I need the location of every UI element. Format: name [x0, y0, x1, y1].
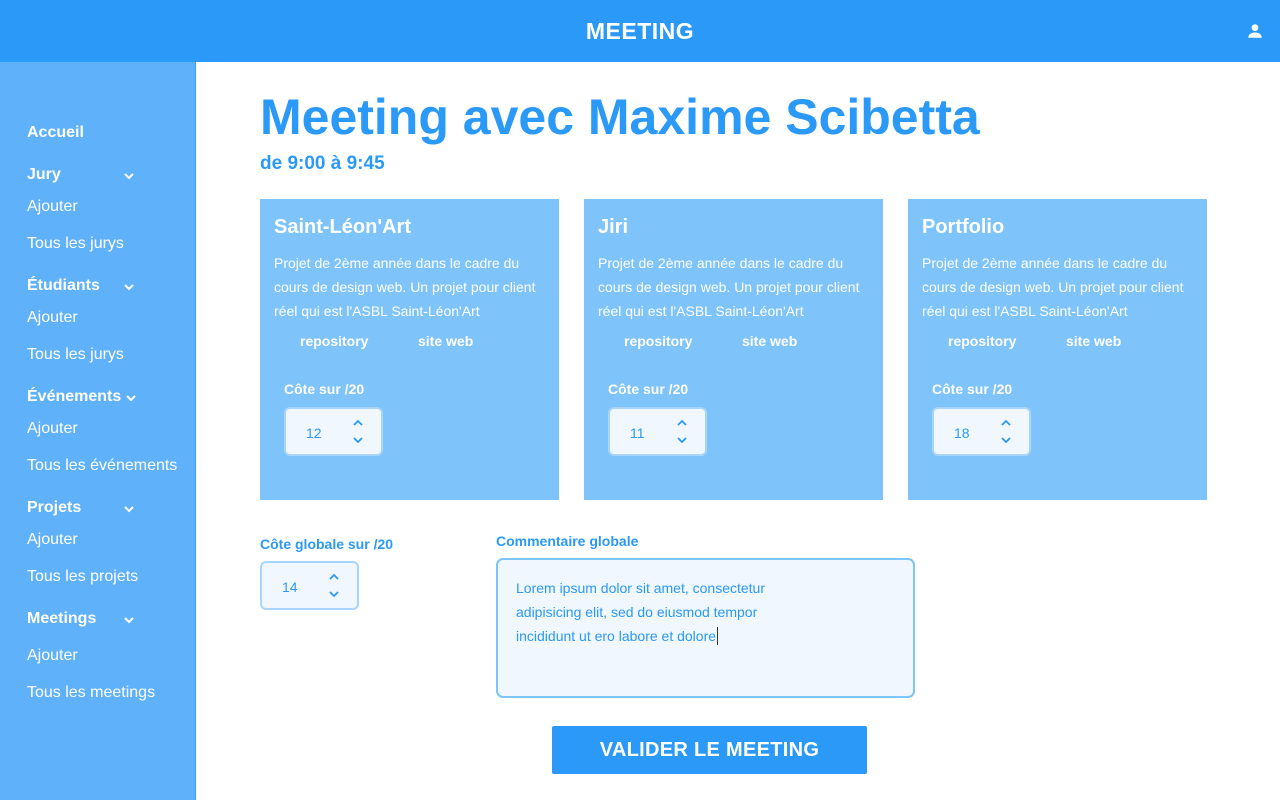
grade-label: Côte sur /20 — [284, 381, 365, 397]
comment-line: Lorem ipsum dolor sit amet, consectetur — [516, 580, 765, 596]
project-description: Projet de 2ème année dans le cadre du co… — [922, 255, 1184, 319]
grade-label: Côte sur /20 — [608, 381, 689, 397]
grade-stepper[interactable]: 12 — [284, 407, 383, 456]
chevron-up-icon[interactable] — [352, 418, 364, 428]
app-title: MEETING — [585, 18, 695, 44]
global-grade-value[interactable]: 14 — [282, 579, 298, 595]
nav-jury-tous[interactable]: Tous les jurys — [27, 235, 124, 253]
project-title: Portfolio — [922, 216, 1005, 238]
comment-textarea[interactable]: Lorem ipsum dolor sit amet, consectetur … — [496, 558, 915, 698]
grade-label: Côte sur /20 — [932, 381, 1013, 397]
chevron-down-icon[interactable] — [123, 281, 135, 293]
comment-label: Commentaire globale — [496, 533, 639, 549]
comment-line: adipisicing elit, sed do eiusmod tempor — [516, 604, 758, 620]
project-card: Portfolio Projet de 2ème année dans le c… — [908, 199, 1207, 500]
nav-jury-ajouter[interactable]: Ajouter — [27, 198, 78, 216]
nav-projets-tous[interactable]: Tous les projets — [27, 568, 138, 586]
main-content: Meeting avec Maxime Scibetta de 9:00 à 9… — [196, 62, 1280, 800]
comment-text[interactable]: Lorem ipsum dolor sit amet, consectetur … — [516, 576, 816, 648]
global-grade-stepper[interactable]: 14 — [260, 561, 359, 610]
chevron-down-icon[interactable] — [352, 435, 364, 445]
project-title: Jiri — [598, 216, 629, 238]
chevron-down-icon[interactable] — [676, 435, 688, 445]
chevron-down-icon[interactable] — [123, 614, 135, 626]
chevron-down-icon[interactable] — [123, 503, 135, 515]
chevron-down-icon[interactable] — [328, 589, 340, 599]
chevron-down-icon[interactable] — [123, 170, 135, 182]
grade-value[interactable]: 12 — [306, 425, 322, 441]
comment-line: incididunt ut ero labore et dolore — [516, 624, 816, 648]
project-card: Jiri Projet de 2ème année dans le cadre … — [584, 199, 883, 500]
validate-meeting-button[interactable]: VALIDER LE MEETING — [552, 726, 867, 774]
user-icon[interactable] — [1246, 22, 1264, 40]
grade-stepper[interactable]: 18 — [932, 407, 1031, 456]
nav-section-etudiants[interactable]: Étudiants — [27, 277, 100, 295]
grade-stepper[interactable]: 11 — [608, 407, 707, 456]
nav-section-evenements[interactable]: Événements — [27, 388, 121, 406]
project-title: Saint-Léon'Art — [274, 216, 411, 238]
nav-etudiants-tous[interactable]: Tous les jurys — [27, 346, 124, 364]
nav-accueil[interactable]: Accueil — [27, 124, 84, 142]
grade-value[interactable]: 18 — [954, 425, 970, 441]
page-title: Meeting avec Maxime Scibetta — [260, 89, 980, 145]
site-web-link[interactable]: site web — [742, 333, 797, 349]
grade-value[interactable]: 11 — [630, 425, 645, 441]
text-caret — [717, 627, 719, 645]
meeting-time: de 9:00 à 9:45 — [260, 153, 385, 174]
top-bar: MEETING — [0, 0, 1280, 62]
project-description: Projet de 2ème année dans le cadre du co… — [274, 255, 536, 319]
global-grade-label: Côte globale sur /20 — [260, 536, 394, 552]
chevron-down-icon[interactable] — [1000, 435, 1012, 445]
nav-etudiants-ajouter[interactable]: Ajouter — [27, 309, 78, 327]
chevron-up-icon[interactable] — [676, 418, 688, 428]
nav-section-meetings[interactable]: Meetings — [27, 610, 96, 628]
project-description: Projet de 2ème année dans le cadre du co… — [598, 255, 860, 319]
nav-section-jury[interactable]: Jury — [27, 166, 61, 184]
nav-meetings-ajouter[interactable]: Ajouter — [27, 647, 78, 665]
project-card: Saint-Léon'Art Projet de 2ème année dans… — [260, 199, 559, 500]
chevron-up-icon[interactable] — [328, 572, 340, 582]
repository-link[interactable]: repository — [300, 333, 368, 349]
site-web-link[interactable]: site web — [1066, 333, 1121, 349]
sidebar: Accueil Jury Ajouter Tous les jurys Étud… — [0, 62, 196, 800]
comment-line-text: incididunt ut ero labore et dolore — [516, 628, 717, 644]
nav-meetings-tous[interactable]: Tous les meetings — [27, 684, 155, 702]
nav-projets-ajouter[interactable]: Ajouter — [27, 531, 78, 549]
nav-section-projets[interactable]: Projets — [27, 499, 81, 517]
repository-link[interactable]: repository — [948, 333, 1016, 349]
nav-evenements-ajouter[interactable]: Ajouter — [27, 420, 78, 438]
chevron-up-icon[interactable] — [1000, 418, 1012, 428]
nav-evenements-tous[interactable]: Tous les événements — [27, 457, 177, 475]
site-web-link[interactable]: site web — [418, 333, 473, 349]
chevron-down-icon[interactable] — [125, 392, 137, 404]
repository-link[interactable]: repository — [624, 333, 692, 349]
